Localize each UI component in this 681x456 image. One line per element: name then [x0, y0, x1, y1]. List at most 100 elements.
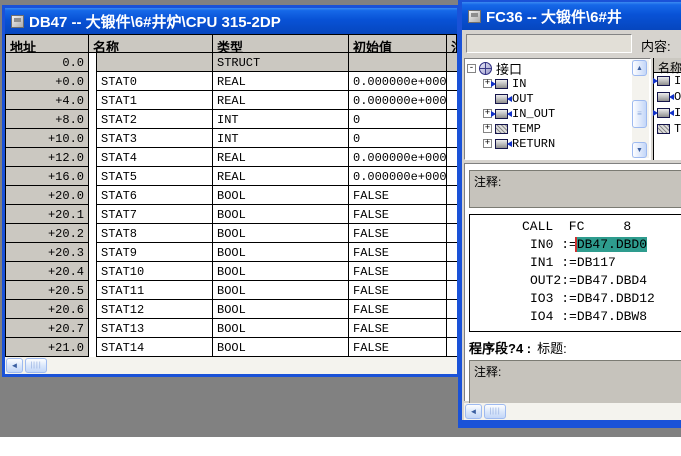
network-comment-box-2[interactable]: 注释:: [469, 360, 681, 404]
cell-initial-value[interactable]: FALSE: [349, 319, 447, 338]
fc36-titlebar[interactable]: FC36 -- 大锻件\6#井: [462, 2, 681, 30]
table-row[interactable]: +20.5 STAT11 BOOL FALSE: [6, 281, 457, 300]
cell-type[interactable]: BOOL: [213, 186, 349, 205]
cell-type[interactable]: BOOL: [213, 262, 349, 281]
cell-comment[interactable]: [447, 72, 457, 91]
code-line-parameter[interactable]: IO3 :=DB47.DBD12: [470, 291, 681, 309]
cell-initial-value[interactable]: 0.000000e+000: [349, 167, 447, 186]
cell-comment[interactable]: [447, 91, 457, 110]
parameter-value[interactable]: DB47.DBW8: [577, 309, 647, 324]
cell-initial-value[interactable]: FALSE: [349, 262, 447, 281]
cell-name[interactable]: STAT10: [96, 262, 213, 281]
cell-type[interactable]: INT: [213, 129, 349, 148]
cell-comment[interactable]: [447, 338, 457, 357]
cell-type[interactable]: INT: [213, 110, 349, 129]
cell-type[interactable]: BOOL: [213, 338, 349, 357]
table-row[interactable]: +12.0 STAT4 REAL 0.000000e+000: [6, 148, 457, 167]
cell-initial-value[interactable]: FALSE: [349, 205, 447, 224]
scroll-down-button[interactable]: ▼: [632, 142, 647, 158]
cell-name[interactable]: [96, 53, 213, 72]
cell-initial-value[interactable]: FALSE: [349, 243, 447, 262]
table-row[interactable]: +10.0 STAT3 INT 0: [6, 129, 457, 148]
parameter-value[interactable]: DB117: [577, 255, 616, 270]
cell-type[interactable]: BOOL: [213, 224, 349, 243]
table-row[interactable]: +20.6 STAT12 BOOL FALSE: [6, 300, 457, 319]
cell-comment[interactable]: [447, 224, 457, 243]
db47-titlebar[interactable]: DB47 -- 大锻件\6#井炉\CPU 315-2DP: [5, 8, 457, 34]
cell-type[interactable]: STRUCT: [213, 53, 349, 72]
cell-comment[interactable]: [447, 243, 457, 262]
list-item[interactable]: TEMP: [654, 121, 681, 137]
cell-comment[interactable]: [447, 129, 457, 148]
tree-item[interactable]: + TEMP: [467, 121, 632, 136]
cell-initial-value[interactable]: 0.000000e+000: [349, 148, 447, 167]
table-row[interactable]: +20.2 STAT8 BOOL FALSE: [6, 224, 457, 243]
list-item[interactable]: OUT: [654, 89, 681, 105]
cell-comment[interactable]: [447, 281, 457, 300]
scroll-up-button[interactable]: ▲: [632, 60, 647, 76]
table-row[interactable]: +21.0 STAT14 BOOL FALSE: [6, 338, 457, 357]
cell-name[interactable]: STAT3: [96, 129, 213, 148]
tree-item[interactable]: + RETURN: [467, 136, 632, 151]
cell-name[interactable]: STAT1: [96, 91, 213, 110]
cell-type[interactable]: REAL: [213, 167, 349, 186]
scroll-left-button[interactable]: ◄: [6, 358, 23, 373]
parameter-value[interactable]: DB47.DBD0: [577, 237, 647, 252]
network-comment-box[interactable]: 注释:: [469, 170, 681, 208]
cell-comment[interactable]: [447, 110, 457, 129]
parameter-value[interactable]: DB47.DBD12: [577, 291, 655, 306]
cell-name[interactable]: STAT5: [96, 167, 213, 186]
scrollbar-thumb[interactable]: ≡: [632, 100, 647, 128]
code-line-parameter[interactable]: OUT2:=DB47.DBD4: [470, 273, 681, 291]
cell-initial-value[interactable]: FALSE: [349, 224, 447, 243]
scroll-left-button[interactable]: ◄: [465, 404, 482, 419]
cell-comment[interactable]: [447, 205, 457, 224]
table-row[interactable]: +8.0 STAT2 INT 0: [6, 110, 457, 129]
cell-initial-value[interactable]: 0: [349, 129, 447, 148]
cell-name[interactable]: STAT9: [96, 243, 213, 262]
cell-type[interactable]: BOOL: [213, 205, 349, 224]
cell-type[interactable]: BOOL: [213, 281, 349, 300]
cell-type[interactable]: BOOL: [213, 319, 349, 338]
table-row[interactable]: +20.3 STAT9 BOOL FALSE: [6, 243, 457, 262]
table-row[interactable]: +16.0 STAT5 REAL 0.000000e+000: [6, 167, 457, 186]
table-row[interactable]: +20.7 STAT13 BOOL FALSE: [6, 319, 457, 338]
cell-type[interactable]: REAL: [213, 72, 349, 91]
expander-icon[interactable]: +: [483, 124, 492, 133]
code-line-parameter[interactable]: IO4 :=DB47.DBW8: [470, 309, 681, 327]
cell-comment[interactable]: [447, 186, 457, 205]
cell-name[interactable]: STAT8: [96, 224, 213, 243]
tree-vertical-scrollbar[interactable]: ▲ ≡ ▼: [632, 60, 649, 158]
stl-code-block[interactable]: CALL FC 8 IN0 :=DB47.DBD0 IN1 :=DB117 OU…: [469, 214, 681, 332]
cell-name[interactable]: STAT14: [96, 338, 213, 357]
cell-initial-value[interactable]: FALSE: [349, 186, 447, 205]
scrollbar-thumb[interactable]: [25, 358, 47, 373]
cell-type[interactable]: BOOL: [213, 300, 349, 319]
cell-initial-value[interactable]: FALSE: [349, 300, 447, 319]
cell-comment[interactable]: [447, 319, 457, 338]
table-row[interactable]: 0.0 STRUCT: [6, 53, 457, 72]
cell-type[interactable]: REAL: [213, 148, 349, 167]
cell-type[interactable]: BOOL: [213, 243, 349, 262]
cell-name[interactable]: STAT2: [96, 110, 213, 129]
cell-name[interactable]: STAT12: [96, 300, 213, 319]
cell-initial-value[interactable]: 0.000000e+000: [349, 91, 447, 110]
list-item[interactable]: IN: [654, 73, 681, 89]
table-row[interactable]: +4.0 STAT1 REAL 0.000000e+000: [6, 91, 457, 110]
cell-initial-value[interactable]: 0.000000e+000: [349, 72, 447, 91]
fc36-horizontal-scrollbar[interactable]: ◄: [464, 403, 681, 420]
cell-type[interactable]: REAL: [213, 91, 349, 110]
cell-initial-value[interactable]: [349, 53, 447, 72]
cell-name[interactable]: STAT0: [96, 72, 213, 91]
table-row[interactable]: +0.0 STAT0 REAL 0.000000e+000: [6, 72, 457, 91]
code-line-parameter[interactable]: IN1 :=DB117: [470, 255, 681, 273]
cell-comment[interactable]: [447, 262, 457, 281]
collapse-expander-icon[interactable]: -: [467, 64, 476, 73]
table-row[interactable]: +20.0 STAT6 BOOL FALSE: [6, 186, 457, 205]
cell-name[interactable]: STAT6: [96, 186, 213, 205]
parameter-value[interactable]: DB47.DBD4: [577, 273, 647, 288]
code-line-call[interactable]: CALL FC 8: [470, 219, 681, 237]
cell-name[interactable]: STAT4: [96, 148, 213, 167]
code-line-parameter[interactable]: IN0 :=DB47.DBD0: [470, 237, 681, 255]
cell-name[interactable]: STAT11: [96, 281, 213, 300]
